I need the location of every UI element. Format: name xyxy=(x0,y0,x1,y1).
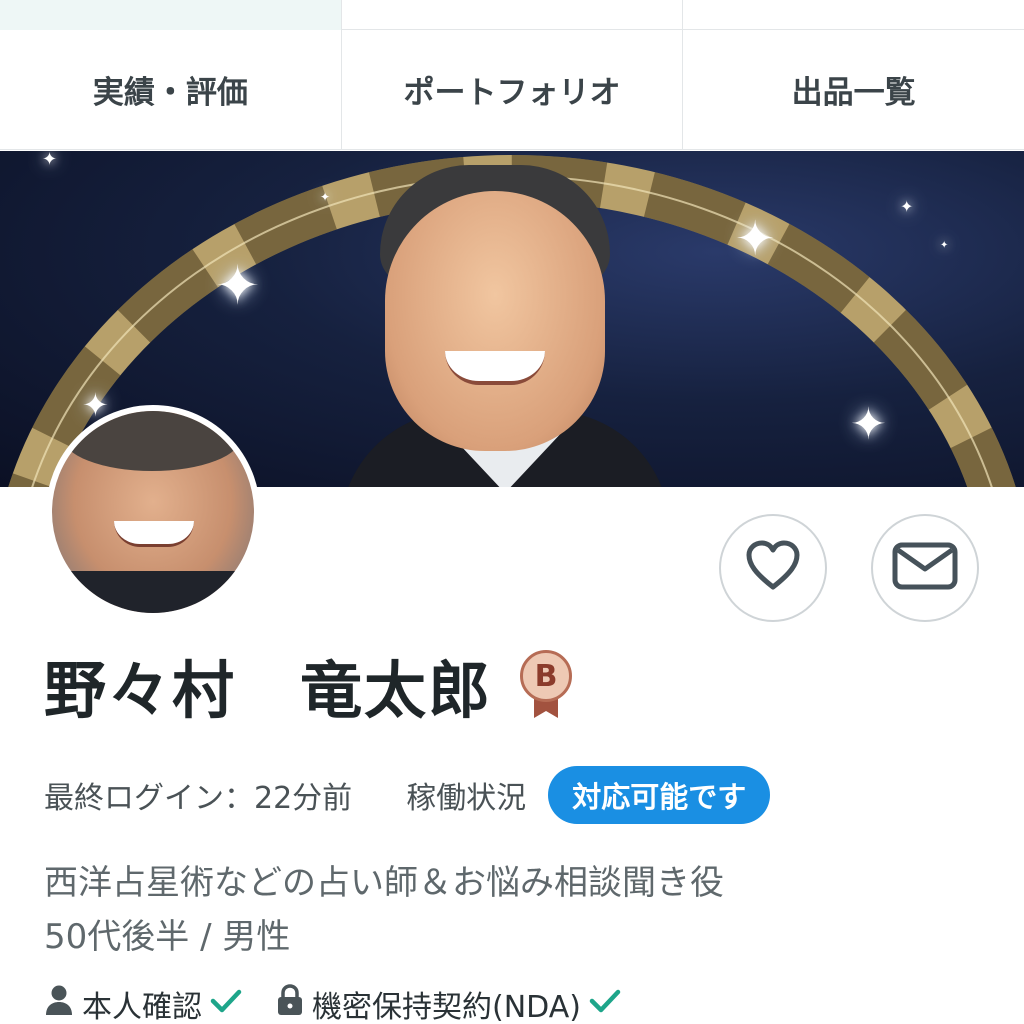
rank-badge-letter: B xyxy=(520,650,573,702)
tab-reviews[interactable]: 実績・評価 xyxy=(0,30,342,149)
profile-age-gender: 50代後半 / 男性 xyxy=(44,917,291,957)
check-icon xyxy=(589,987,621,1022)
lock-icon xyxy=(276,984,304,1024)
profile-description: 西洋占星術などの占い師＆お悩み相談聞き役 50代後半 / 男性 xyxy=(44,856,724,964)
star: ✦ xyxy=(900,197,914,216)
tab-portfolio[interactable]: ポートフォリオ xyxy=(341,30,684,149)
top-cell xyxy=(342,0,684,30)
check-icon xyxy=(210,987,242,1022)
last-login: 最終ログイン：22分前 xyxy=(44,781,353,816)
star: ✦ xyxy=(42,151,58,170)
profile-name-row: 野々村 竜太郎 B xyxy=(44,640,574,730)
identity-verified: 本人確認 xyxy=(44,982,242,1024)
avatar xyxy=(46,405,260,619)
profile-tagline: 西洋占星術などの占い師＆お悩み相談聞き役 xyxy=(44,863,724,903)
star: ✦ xyxy=(320,190,331,204)
star: ✦ xyxy=(735,211,776,267)
profile-name: 野々村 竜太郎 xyxy=(44,654,493,727)
work-status-badge: 対応可能です xyxy=(548,766,771,824)
verification-row: 本人確認 機密保持契約(NDA) xyxy=(44,980,655,1024)
nda-label: 機密保持契約(NDA) xyxy=(312,990,581,1024)
tab-listings[interactable]: 出品一覧 xyxy=(683,30,1024,149)
star: ✦ xyxy=(850,399,887,450)
nda-signed: 機密保持契約(NDA) xyxy=(276,982,621,1024)
top-tab-row-partial xyxy=(0,0,1024,30)
star: ✦ xyxy=(215,254,261,317)
heart-icon xyxy=(745,540,801,596)
message-button[interactable] xyxy=(871,514,979,622)
star: ✦ xyxy=(940,240,949,251)
envelope-icon xyxy=(892,542,958,594)
status-row: 最終ログイン：22分前 稼働状況 対応可能です xyxy=(44,766,771,824)
cover-portrait xyxy=(340,151,670,487)
profile-tabs: 実績・評価 ポートフォリオ 出品一覧 xyxy=(0,30,1024,150)
work-status-label: 稼働状況 xyxy=(406,781,527,816)
identity-verified-label: 本人確認 xyxy=(82,990,202,1024)
favorite-button[interactable] xyxy=(719,514,827,622)
person-icon xyxy=(44,984,74,1024)
top-cell xyxy=(0,0,342,30)
top-cell xyxy=(683,0,1024,30)
rank-badge-icon: B xyxy=(518,648,574,722)
